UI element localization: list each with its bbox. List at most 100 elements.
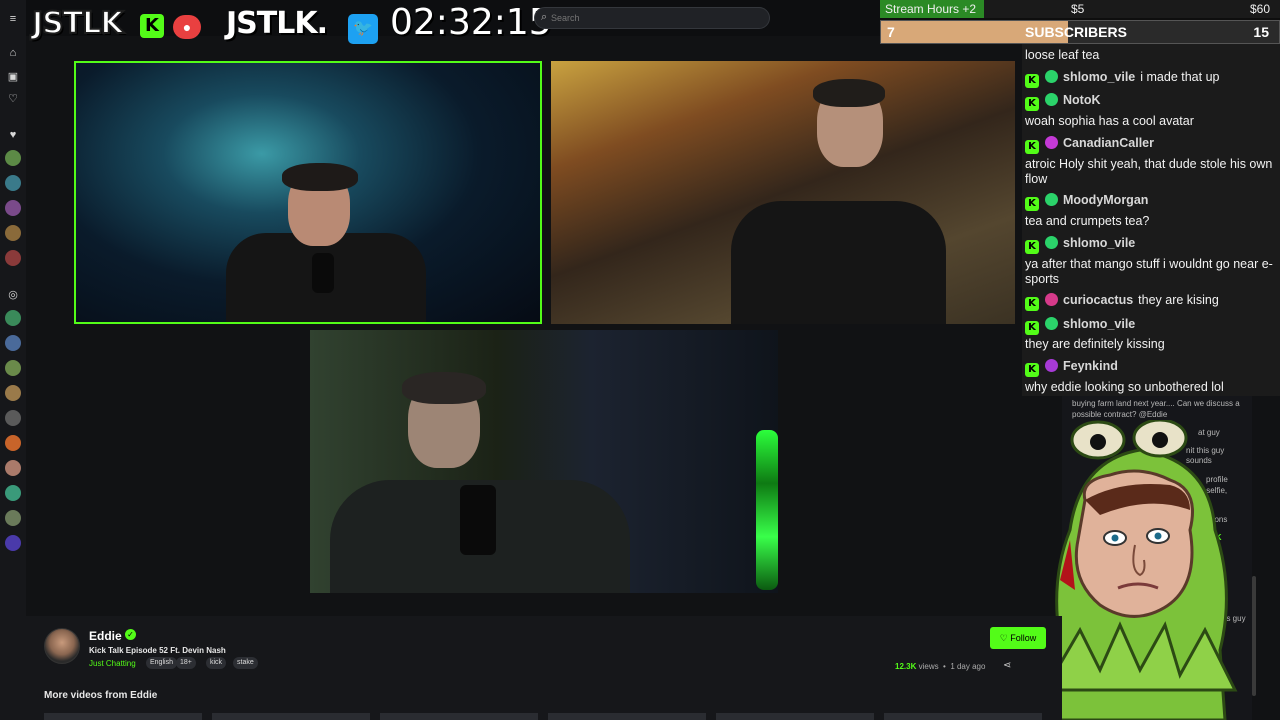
- channel-avatar-4[interactable]: [5, 225, 21, 241]
- channel-avatar-5[interactable]: [5, 250, 21, 266]
- chat-message: K MoodyMorgan: [1025, 193, 1280, 211]
- browse-icon[interactable]: ▣: [6, 70, 20, 84]
- user-avatar-icon: [1045, 93, 1058, 106]
- live-icon[interactable]: ◎: [6, 288, 20, 302]
- favorites-icon[interactable]: ♥: [6, 128, 20, 142]
- channel-avatar-6[interactable]: [5, 310, 21, 326]
- stream-hours-goal: Stream Hours +2 $5 $60: [880, 0, 1280, 18]
- tag-chip[interactable]: stake: [233, 657, 258, 669]
- user-avatar-icon: [1045, 193, 1058, 206]
- chat-username[interactable]: NotoK: [1063, 93, 1101, 107]
- channel-name[interactable]: Eddie: [89, 629, 122, 643]
- goal-widget: Stream Hours +2 $5 $60 7 SUBSCRIBERS 15: [880, 0, 1280, 44]
- more-videos-heading: More videos from Eddie: [44, 690, 158, 701]
- video-stats: 12.3K views • 1 day ago: [895, 662, 986, 671]
- subscribers-label: SUBSCRIBERS: [1025, 24, 1127, 40]
- video-thumbnail[interactable]: [44, 713, 202, 720]
- subscribers-current: 7: [887, 24, 895, 40]
- channel-avatar-10[interactable]: [5, 410, 21, 426]
- video-thumbnail[interactable]: [380, 713, 538, 720]
- subscribers-target: 15: [1253, 24, 1269, 40]
- following-icon[interactable]: ♡: [6, 92, 20, 106]
- channel-avatar-7[interactable]: [5, 335, 21, 351]
- chat-scrollbar[interactable]: [1252, 576, 1256, 696]
- kick-badge-icon: K: [1025, 197, 1039, 211]
- chat-message: loose leaf tea: [1025, 48, 1280, 63]
- channel-avatar-1[interactable]: [5, 150, 21, 166]
- chat-message: woah sophia has a cool avatar: [1025, 114, 1280, 129]
- views-count: 12.3K: [895, 662, 917, 671]
- webcam-eddie-pane: [310, 330, 778, 593]
- chat-message: Kcuriocactus they are kising: [1025, 293, 1280, 311]
- video-info-panel: Eddie ✓ Kick Talk Episode 52 Ft. Devin N…: [26, 616, 1062, 720]
- jstlk-logo: JSTLK: [31, 5, 125, 42]
- channel-avatar-8[interactable]: [5, 360, 21, 376]
- chat-text: i made that up: [1140, 70, 1220, 84]
- user-avatar-icon: [1045, 70, 1058, 83]
- user-avatar-icon: [1045, 359, 1058, 372]
- search-bar[interactable]: ⌕: [534, 7, 770, 29]
- stream-hours-min: $5: [1071, 2, 1085, 16]
- channel-avatar[interactable]: [44, 628, 80, 664]
- category-link[interactable]: Just Chatting: [89, 659, 136, 668]
- host-headphones: [282, 163, 358, 191]
- kick-badge-icon: K: [1025, 74, 1039, 88]
- tag-chip[interactable]: English: [146, 657, 177, 669]
- tag-chip[interactable]: 18+: [176, 657, 196, 669]
- stream-vod-page: ≡ ⌂ ▣ ♡ ♥ ◎ JSTLK K ● JSTLK. 🐦 02:32:15 …: [0, 0, 1280, 720]
- channel-avatar-14[interactable]: [5, 510, 21, 526]
- video-age: 1 day ago: [950, 662, 986, 671]
- channel-avatar-2[interactable]: [5, 175, 21, 191]
- chat-username[interactable]: shlomo_vile: [1063, 317, 1135, 331]
- channel-avatar-15[interactable]: [5, 535, 21, 551]
- chat-username[interactable]: curiocactus: [1063, 293, 1133, 307]
- channel-avatar-9[interactable]: [5, 385, 21, 401]
- video-title: Kick Talk Episode 52 Ft. Devin Nash: [89, 646, 226, 655]
- chat-username[interactable]: MoodyMorgan: [1063, 193, 1148, 207]
- record-icon: ●: [173, 15, 201, 39]
- channel-avatar-13[interactable]: [5, 485, 21, 501]
- top-bar: JSTLK K ● JSTLK. 🐦 02:32:15 ⌕: [26, 0, 880, 44]
- chat-message: K NotoK: [1025, 93, 1280, 111]
- stream-hours-label: Stream Hours +2: [885, 2, 977, 16]
- user-avatar-icon: [1045, 136, 1058, 149]
- chat-username[interactable]: shlomo_vile: [1063, 70, 1135, 84]
- chat-message: they are definitely kissing: [1025, 337, 1280, 352]
- chat-message: K Feynkind: [1025, 359, 1280, 377]
- host-mic: [312, 253, 334, 293]
- kick-badge-icon: K: [1025, 240, 1039, 254]
- channel-avatar-12[interactable]: [5, 460, 21, 476]
- chat-message: atroic Holy shit yeah, that dude stole h…: [1025, 157, 1280, 187]
- subscribers-goal: 7 SUBSCRIBERS 15: [880, 20, 1280, 44]
- home-icon[interactable]: ⌂: [6, 46, 20, 60]
- jstlk-twitter-logo: JSTLK.: [226, 6, 328, 41]
- chat-username[interactable]: shlomo_vile: [1063, 236, 1135, 250]
- chat-message: Kshlomo_vile: [1025, 236, 1280, 254]
- user-avatar-icon: [1045, 236, 1058, 249]
- chat-username[interactable]: Feynkind: [1063, 359, 1118, 373]
- stream-hours-max: $60: [1249, 2, 1270, 16]
- chat-message: Kshlomo_vile: [1025, 317, 1280, 335]
- menu-icon[interactable]: ≡: [6, 12, 20, 26]
- chat-text: they are definitely kissing: [1025, 337, 1165, 351]
- channel-avatar-11[interactable]: [5, 435, 21, 451]
- chat-message: tea and crumpets tea?: [1025, 214, 1280, 229]
- user-avatar-icon: [1045, 317, 1058, 330]
- video-thumbnail[interactable]: [548, 713, 706, 720]
- video-thumbnail[interactable]: [884, 713, 1042, 720]
- share-icon[interactable]: ⋖: [1003, 660, 1011, 671]
- eddie-hair: [402, 372, 486, 404]
- follow-button[interactable]: ♡ Follow: [990, 627, 1046, 649]
- video-thumbnail[interactable]: [212, 713, 370, 720]
- chat-text: they are kising: [1138, 293, 1219, 307]
- search-input[interactable]: [551, 11, 751, 25]
- tag-chip[interactable]: kick: [206, 657, 227, 669]
- channel-avatar-3[interactable]: [5, 200, 21, 216]
- video-thumbnail[interactable]: [716, 713, 874, 720]
- chat-username[interactable]: CanadianCaller: [1063, 136, 1154, 150]
- chat-text: woah sophia has a cool avatar: [1025, 114, 1194, 128]
- webcam-guest-pane: [551, 61, 1015, 324]
- kick-badge-icon: K: [1025, 363, 1039, 377]
- stream-timer: 02:32:15: [390, 2, 552, 43]
- search-icon: ⌕: [541, 11, 548, 23]
